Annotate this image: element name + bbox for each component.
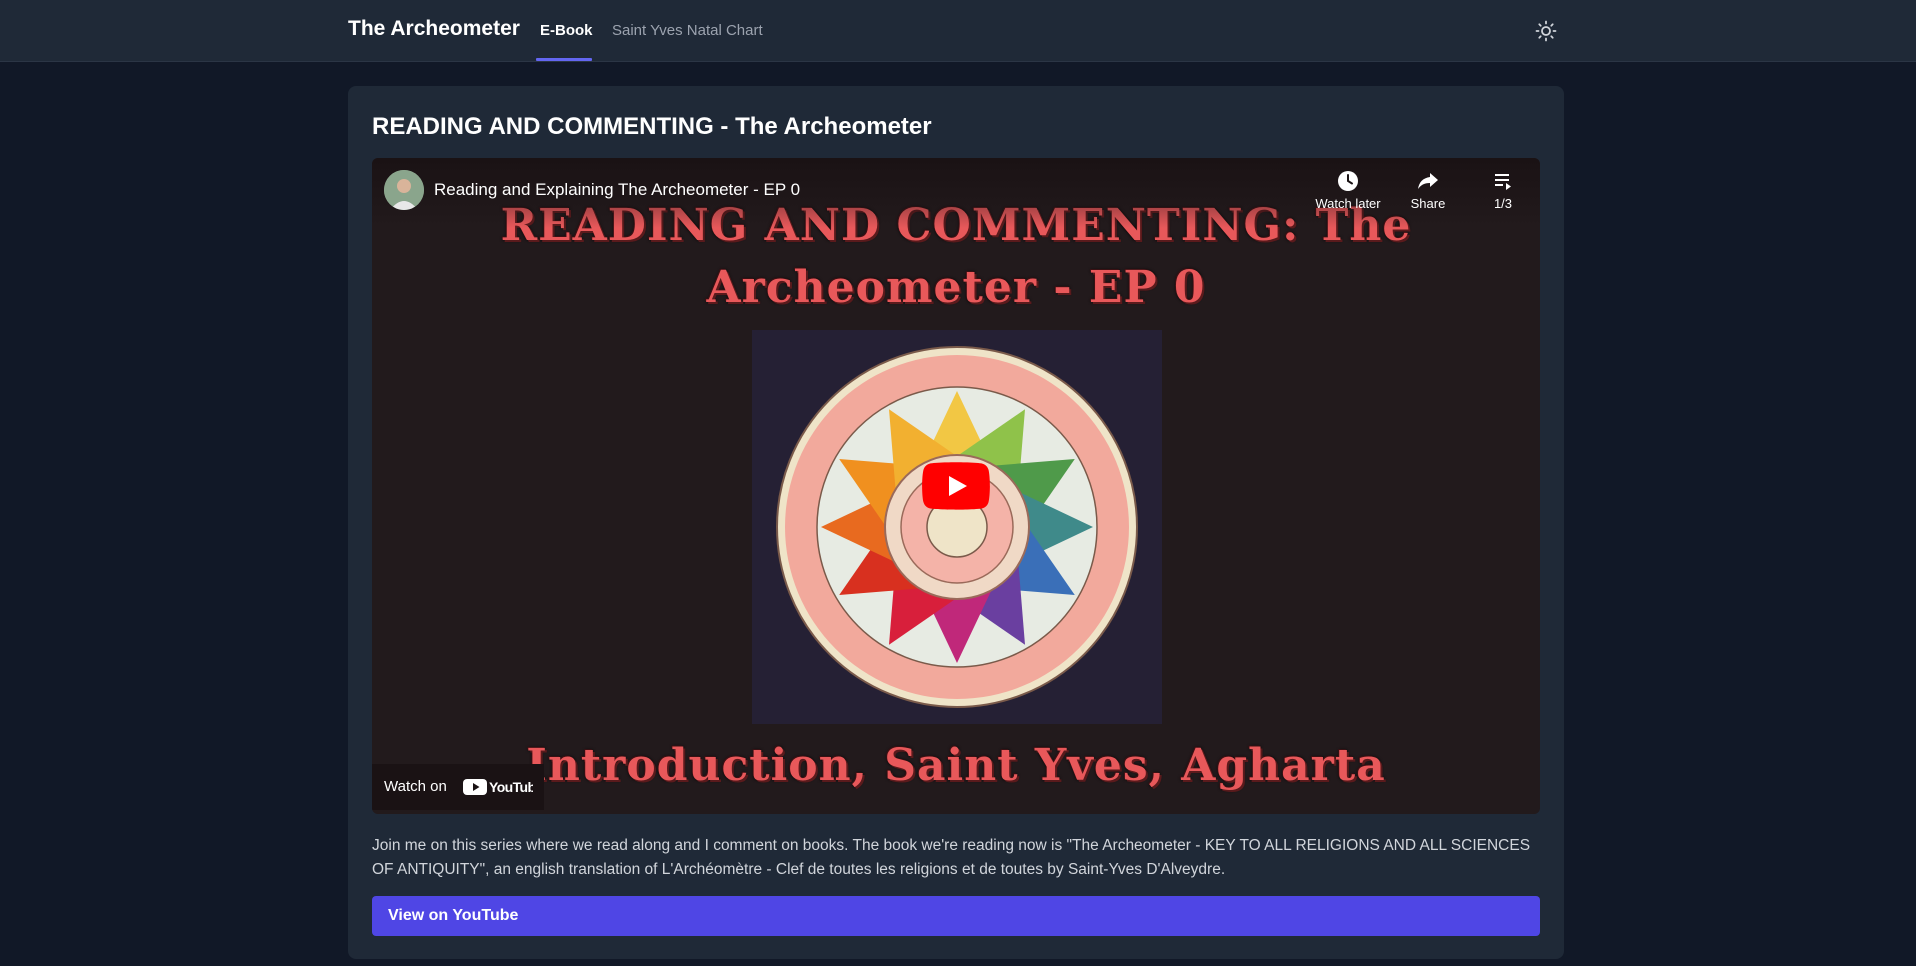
play-icon[interactable] bbox=[922, 462, 990, 510]
playlist-icon bbox=[1495, 174, 1511, 190]
youtube-logo-icon: YouTube bbox=[463, 779, 533, 795]
tab-ebook[interactable]: E-Book bbox=[540, 22, 593, 39]
video-description: Join me on this series where we read alo… bbox=[372, 837, 1531, 878]
clock-icon bbox=[1338, 171, 1358, 191]
share-button[interactable]: Share bbox=[1388, 170, 1468, 211]
video-title[interactable]: Reading and Explaining The Archeometer -… bbox=[434, 180, 800, 200]
watch-later-button[interactable]: Watch later bbox=[1308, 170, 1388, 211]
view-on-youtube-button[interactable]: View on YouTube bbox=[372, 896, 1540, 936]
tab-natal-chart[interactable]: Saint Yves Natal Chart bbox=[612, 22, 763, 39]
svg-text:YouTube: YouTube bbox=[489, 779, 533, 795]
share-label: Share bbox=[1410, 196, 1446, 211]
top-navbar: The Archeometer E-Book Saint Yves Natal … bbox=[0, 0, 1916, 62]
youtube-embed[interactable]: READING AND COMMENTING: The Archeometer … bbox=[372, 158, 1540, 814]
thumbnail-subtitle: Introduction, Saint Yves, Agharta bbox=[526, 740, 1386, 791]
playlist-position: 1/3 bbox=[1493, 196, 1513, 211]
content-card: READING AND COMMENTING - The Archeometer… bbox=[348, 86, 1564, 959]
page-title: READING AND COMMENTING - The Archeometer bbox=[372, 113, 932, 140]
channel-avatar[interactable] bbox=[384, 170, 424, 210]
brand-title[interactable]: The Archeometer bbox=[348, 17, 520, 41]
watch-later-label: Watch later bbox=[1315, 196, 1381, 211]
thumbnail-title-line-2: Archeometer - EP 0 bbox=[706, 262, 1206, 313]
view-on-youtube-label: View on YouTube bbox=[388, 907, 519, 924]
archeometer-mandala-image bbox=[752, 330, 1162, 724]
playlist-button[interactable]: 1/3 bbox=[1463, 170, 1540, 211]
active-tab-indicator bbox=[536, 58, 592, 61]
watch-on-label: Watch on bbox=[384, 778, 447, 795]
sun-icon[interactable] bbox=[1535, 20, 1557, 42]
share-arrow-icon bbox=[1418, 173, 1438, 189]
watch-on-youtube-button[interactable]: Watch on YouTube bbox=[372, 764, 544, 810]
